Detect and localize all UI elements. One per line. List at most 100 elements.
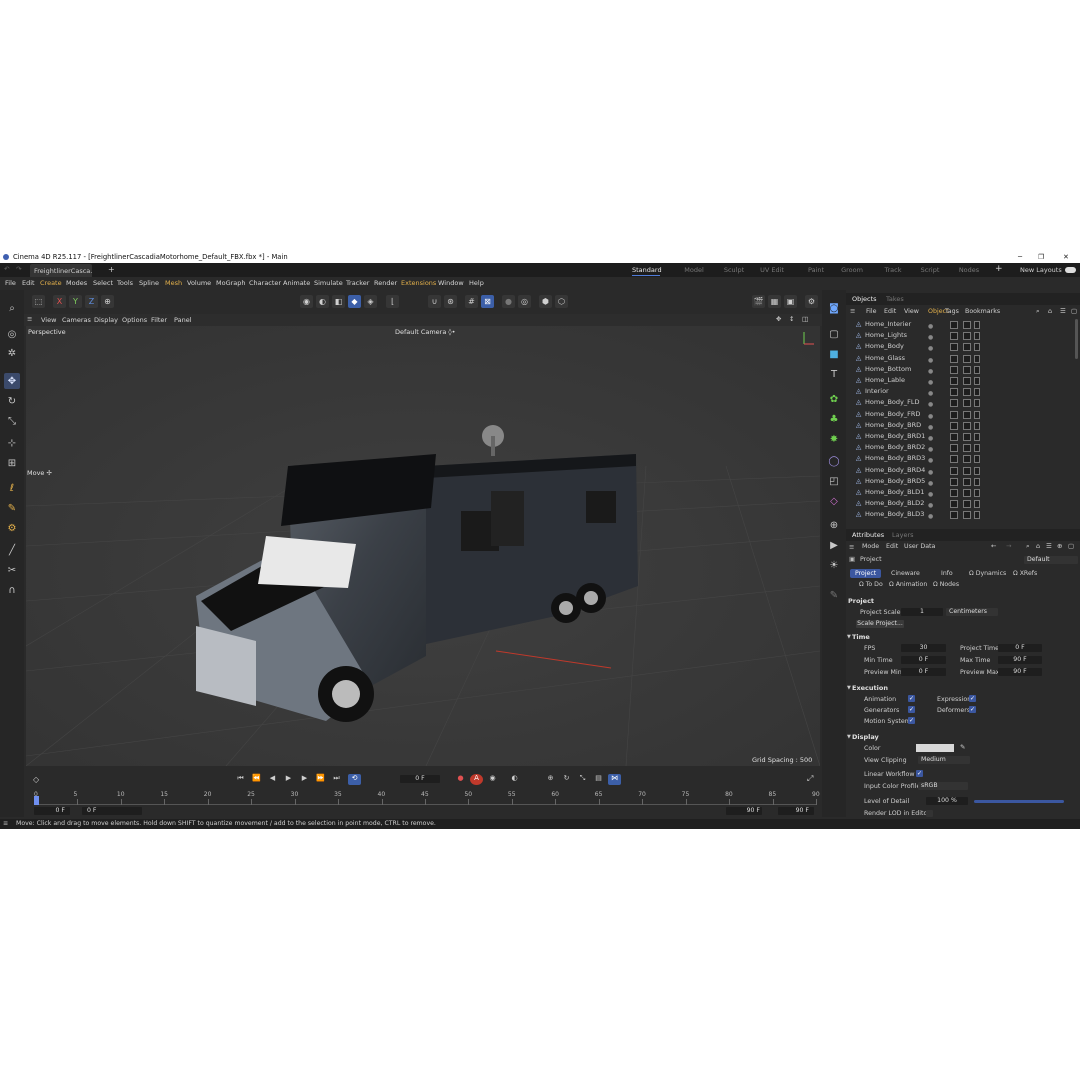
object-row[interactable]: ◬ Home_Body ● (846, 341, 1080, 352)
animation-checkbox[interactable]: ✓ (908, 695, 915, 702)
material-tag[interactable] (950, 388, 958, 397)
material-tag[interactable] (963, 377, 971, 385)
polygon-pen-icon[interactable]: ⚙ (4, 520, 20, 536)
uv-mode-icon[interactable]: ◈ (364, 295, 377, 308)
keyframe-selection-icon[interactable]: ◉ (486, 774, 499, 785)
coord-x-toggle[interactable]: X (53, 295, 66, 308)
uv-tag[interactable] (974, 377, 980, 385)
render-view-icon[interactable]: ⬢ (539, 295, 552, 308)
spline-pen-icon[interactable]: ℓ (4, 480, 20, 496)
menu-create[interactable]: Create (40, 279, 62, 287)
material-tag[interactable] (963, 421, 971, 430)
material-tag[interactable] (950, 489, 958, 497)
material-tag[interactable] (950, 444, 958, 453)
material-tag[interactable] (963, 455, 971, 464)
uv-tag[interactable] (974, 421, 980, 430)
move-tool-icon[interactable]: ✥ (4, 373, 20, 389)
mograph-icon[interactable]: ◇ (826, 493, 842, 509)
uv-tag[interactable] (974, 321, 980, 329)
motion-system-checkbox[interactable]: ✓ (908, 717, 915, 724)
object-row[interactable]: ◬ Home_Body_FRD ● (846, 409, 1080, 420)
viewport-zoom-icon[interactable]: ↕ (789, 315, 794, 323)
material-tag[interactable] (963, 321, 971, 329)
search-icon[interactable]: ⌕ (4, 300, 20, 316)
add-tab-button[interactable]: + (108, 265, 115, 274)
tab-cineware[interactable]: Cineware (886, 569, 925, 578)
tab-layers[interactable]: Layers (892, 530, 914, 540)
object-row[interactable]: ◬ Home_Body_BRD4 ● (846, 465, 1080, 476)
material-tag[interactable] (963, 343, 971, 352)
next-frame-icon[interactable]: ▶ (298, 774, 311, 785)
cloner-icon[interactable]: ♣ (826, 411, 842, 427)
menu-window[interactable]: Window (438, 279, 464, 287)
prev-key-icon[interactable]: ⏪ (250, 774, 263, 785)
key-scale-icon[interactable]: ⤡ (576, 774, 589, 785)
uv-tag[interactable] (974, 500, 980, 509)
search-icon[interactable]: ⌕ (1026, 542, 1030, 551)
cube-icon[interactable]: ■ (826, 346, 842, 362)
perspective-viewport[interactable]: Perspective Default Camera ◊• Move ✢ Gri… (26, 326, 820, 766)
color-swatch[interactable] (916, 744, 954, 752)
render-settings-icon[interactable]: ⬡ (555, 295, 568, 308)
keyframe-icon[interactable]: ◇ (33, 775, 39, 784)
menu-tools[interactable]: Tools (117, 279, 133, 287)
uv-tag[interactable] (974, 332, 980, 341)
layout-tab-groom[interactable]: Groom (838, 265, 866, 276)
mesh-mode-icon[interactable]: ◐ (316, 295, 329, 308)
project-time-field[interactable]: 0 F (998, 644, 1042, 652)
object-row[interactable]: ◬ Home_Body_FLD ● (846, 397, 1080, 408)
preview-end-field[interactable]: 90 F (726, 807, 762, 815)
light-icon[interactable]: ☀ (826, 557, 842, 573)
material-tag[interactable] (950, 321, 958, 329)
viewport-menu-panel[interactable]: Panel (174, 316, 192, 324)
material-tag[interactable] (950, 421, 958, 430)
uv-tag[interactable] (974, 343, 980, 352)
uv-tag[interactable] (974, 410, 980, 419)
eyedropper-icon[interactable]: ✎ (960, 743, 965, 751)
time-section-toggle-icon[interactable]: ▼ (847, 634, 851, 640)
coord-z-toggle[interactable]: Z (85, 295, 98, 308)
render-picture-viewer-icon[interactable]: ▦ (768, 295, 781, 308)
object-row[interactable]: ◬ Home_Glass ● (846, 353, 1080, 364)
object-row[interactable]: ◬ Home_Body_BLD3 ● (846, 509, 1080, 520)
uv-tag[interactable] (974, 399, 980, 408)
uv-tag[interactable] (974, 511, 980, 520)
go-to-start-icon[interactable]: ⏮ (234, 774, 247, 785)
brush-icon[interactable]: ╱ (4, 542, 20, 558)
viewport-menu-cameras[interactable]: Cameras (62, 316, 91, 324)
uv-tag[interactable] (974, 489, 980, 497)
points-mode-icon[interactable]: ◧ (332, 295, 345, 308)
material-tag[interactable] (950, 466, 958, 475)
layout-tab-paint[interactable]: Paint (802, 265, 830, 276)
key-pla-icon[interactable]: ⋈ (608, 774, 621, 785)
viewport-menu-view[interactable]: View (41, 316, 56, 324)
soft-select-icon[interactable]: ⊛ (444, 295, 457, 308)
material-tag[interactable] (963, 354, 971, 363)
undo-view-icon[interactable]: ⬚ (32, 295, 45, 308)
model-mode-icon[interactable]: ◉ (300, 295, 313, 308)
object-row[interactable]: ◬ Interior ● (846, 386, 1080, 397)
render-icon[interactable]: 🎬 (752, 295, 765, 308)
execution-section-header[interactable]: Execution (852, 684, 888, 692)
tab-takes[interactable]: Takes (886, 294, 904, 304)
menu-animate[interactable]: Animate (283, 279, 310, 287)
redo-icon[interactable]: ↷ (16, 265, 21, 273)
lock-icon[interactable]: ● (502, 295, 515, 308)
time-section-header[interactable]: Time (852, 633, 870, 641)
tab-nodes[interactable]: Ω Nodes (928, 580, 964, 589)
panel-menu-icon[interactable]: ▢ (1071, 307, 1077, 315)
deformer-icon[interactable]: ◯ (826, 453, 842, 469)
display-section-header[interactable]: Display (852, 733, 879, 741)
menu-edit[interactable]: Edit (886, 543, 898, 550)
viewport-layout-icon[interactable]: ◫ (802, 315, 808, 323)
material-tag[interactable] (950, 410, 958, 419)
material-tag[interactable] (963, 433, 971, 441)
render-region-icon[interactable]: ◎ (518, 295, 531, 308)
material-tag[interactable] (950, 377, 958, 385)
play-icon[interactable]: ▶ (282, 774, 295, 785)
polygons-mode-icon[interactable]: ◆ (348, 295, 361, 308)
timeline-ruler[interactable]: 0 5 10 15 20 25 30 35 40 45 50 55 60 65 70 75 80 85 90 (34, 791, 820, 805)
scale-tool-icon[interactable]: ⤡ (4, 413, 20, 429)
level-of-detail-field[interactable]: 100 % (926, 797, 968, 805)
preset-dropdown[interactable]: Default (1024, 556, 1078, 564)
